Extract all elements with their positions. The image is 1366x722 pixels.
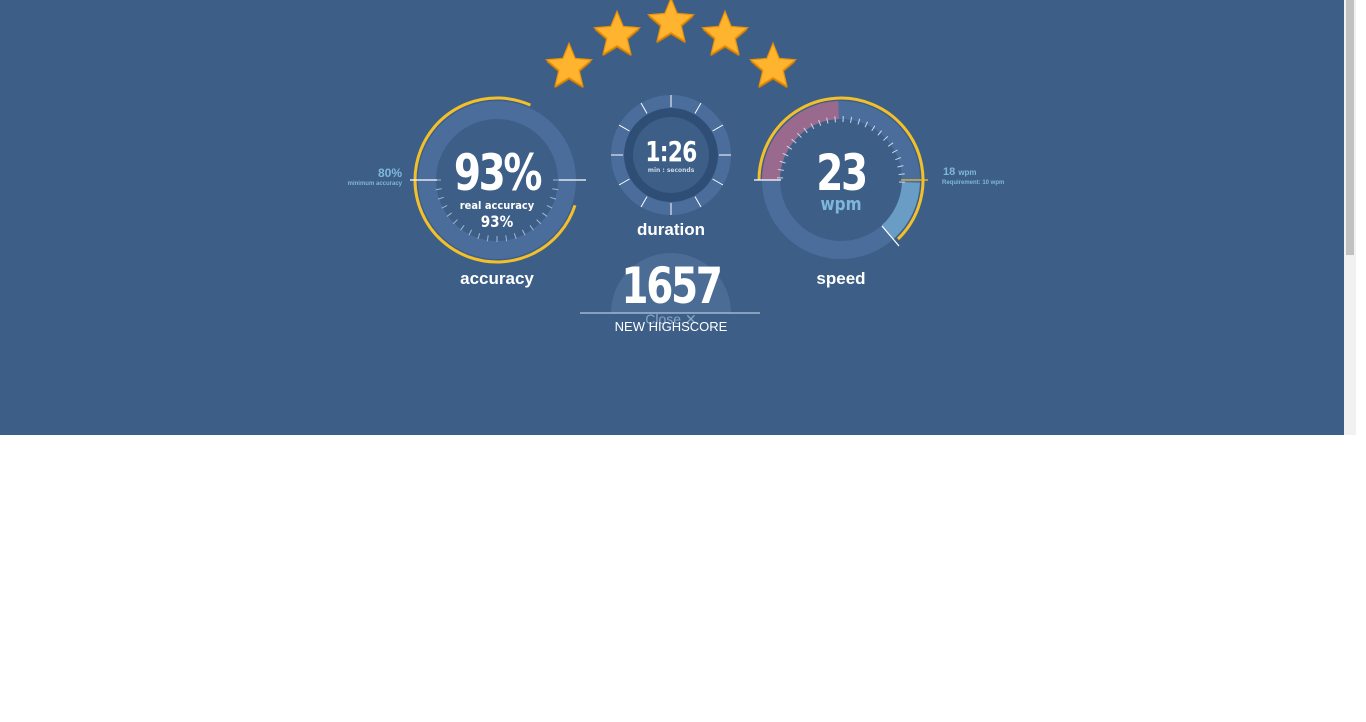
duration-value: 1:26 bbox=[645, 135, 697, 168]
new-highscore-label: NEW HIGHSCORE bbox=[614, 319, 728, 334]
scrollbar-thumb[interactable] bbox=[1346, 0, 1354, 255]
speed-requirement-label: Requirement: 10 wpm bbox=[942, 180, 1005, 186]
accuracy-label: accuracy bbox=[460, 269, 534, 288]
speed-label: speed bbox=[816, 269, 866, 288]
accuracy-real-value: 93% bbox=[480, 212, 514, 231]
speed-requirement-number: 18 bbox=[943, 166, 956, 178]
accuracy-minimum-label: minimum accuracy bbox=[347, 181, 402, 187]
star-icon bbox=[700, 9, 750, 57]
speed-tick bbox=[834, 116, 836, 123]
accuracy-minimum-value: 80% bbox=[377, 166, 402, 180]
accuracy-real-label: real accuracy bbox=[459, 199, 535, 212]
accuracy-value: 93% bbox=[453, 144, 543, 202]
score-value: 1657 bbox=[621, 257, 723, 315]
duration-unit-label: min : seconds bbox=[647, 167, 695, 174]
speed-value: 23 bbox=[816, 144, 868, 202]
star-icon bbox=[748, 41, 798, 89]
speed-requirement-value: 18 wpm bbox=[943, 166, 977, 178]
page-scrollbar[interactable] bbox=[1344, 0, 1356, 435]
star-icon bbox=[544, 41, 594, 89]
star-icon bbox=[592, 9, 642, 57]
results-panel: 93% real accuracy 93% accuracy 80% minim… bbox=[0, 0, 1344, 435]
gauges-layer bbox=[410, 0, 928, 314]
star-icon bbox=[646, 0, 696, 44]
duration-label: duration bbox=[637, 220, 705, 239]
speed-unit: wpm bbox=[820, 194, 862, 215]
speed-requirement-unit: wpm bbox=[958, 168, 977, 177]
speed-tick bbox=[898, 173, 905, 175]
stars-row bbox=[544, 0, 798, 89]
